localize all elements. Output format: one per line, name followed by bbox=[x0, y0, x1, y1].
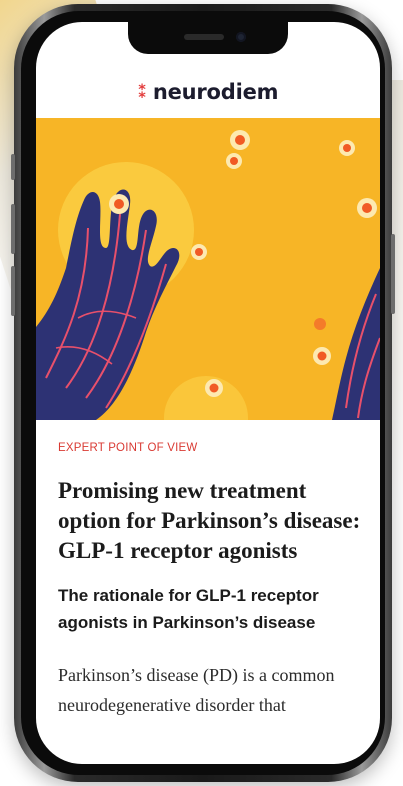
phone-frame: ⁑ neurodiem EXPERT POINT OF VIEW Promisi… bbox=[11, 4, 395, 782]
article-subtitle: The rationale for GLP-1 receptor agonist… bbox=[58, 586, 319, 632]
silent-switch bbox=[11, 154, 15, 180]
power-button bbox=[391, 234, 395, 314]
front-camera bbox=[236, 32, 246, 42]
article-title: Promising new treatment option for Parki… bbox=[58, 478, 361, 563]
brand-name: neurodiem bbox=[152, 80, 279, 104]
volume-down-button bbox=[11, 266, 15, 316]
neurodiem-logo[interactable]: ⁑ neurodiem bbox=[138, 80, 279, 104]
hand-illustration bbox=[36, 130, 380, 420]
notch bbox=[128, 22, 288, 54]
speaker-grille bbox=[184, 34, 224, 40]
phone-screen: ⁑ neurodiem EXPERT POINT OF VIEW Promisi… bbox=[36, 22, 380, 764]
article: EXPERT POINT OF VIEW Promising new treat… bbox=[58, 420, 374, 720]
site-header: ⁑ neurodiem bbox=[36, 62, 380, 122]
volume-up-button bbox=[11, 204, 15, 254]
logo-mark-icon: ⁑ bbox=[137, 81, 147, 103]
screenshot-stage: ⁑ neurodiem EXPERT POINT OF VIEW Promisi… bbox=[0, 0, 403, 786]
hero-illustration bbox=[36, 118, 380, 420]
article-category[interactable]: EXPERT POINT OF VIEW bbox=[58, 442, 374, 454]
article-body: Parkinson’s disease (PD) is a common neu… bbox=[58, 665, 335, 715]
